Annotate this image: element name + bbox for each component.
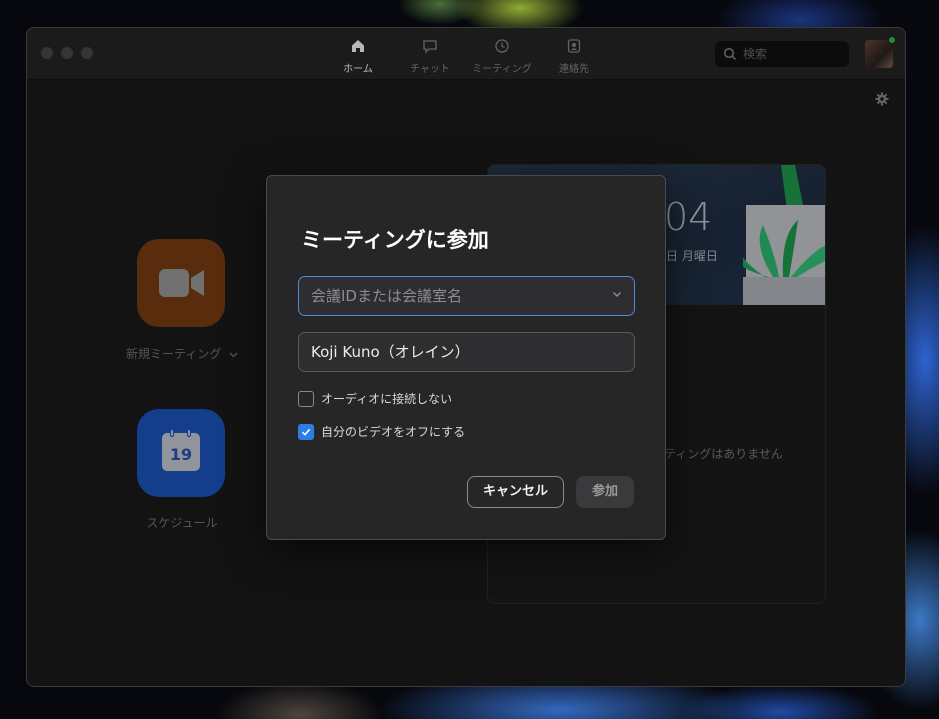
no-audio-label: オーディオに接続しない <box>321 392 453 406</box>
join-meeting-dialog: ミーティングに参加 会議IDまたは会議室名 Koji Kuno（オレイン） オー… <box>266 175 666 540</box>
chevron-down-icon[interactable] <box>612 291 622 298</box>
video-off-label: 自分のビデオをオフにする <box>321 425 466 439</box>
cancel-button[interactable]: キャンセル <box>467 476 564 508</box>
no-audio-checkbox[interactable] <box>298 390 314 407</box>
display-name-value: Koji Kuno（オレイン） <box>311 343 470 361</box>
video-off-checkbox[interactable] <box>298 423 314 440</box>
display-name-input[interactable]: Koji Kuno（オレイン） <box>298 332 635 372</box>
meeting-id-placeholder: 会議IDまたは会議室名 <box>311 287 462 305</box>
dialog-title: ミーティングに参加 <box>301 228 489 252</box>
checkmark-icon <box>301 428 311 436</box>
video-off-option[interactable]: 自分のビデオをオフにする <box>298 423 466 442</box>
join-button[interactable]: 参加 <box>576 476 634 508</box>
no-audio-option[interactable]: オーディオに接続しない <box>298 390 453 409</box>
meeting-id-input[interactable]: 会議IDまたは会議室名 <box>298 276 635 316</box>
